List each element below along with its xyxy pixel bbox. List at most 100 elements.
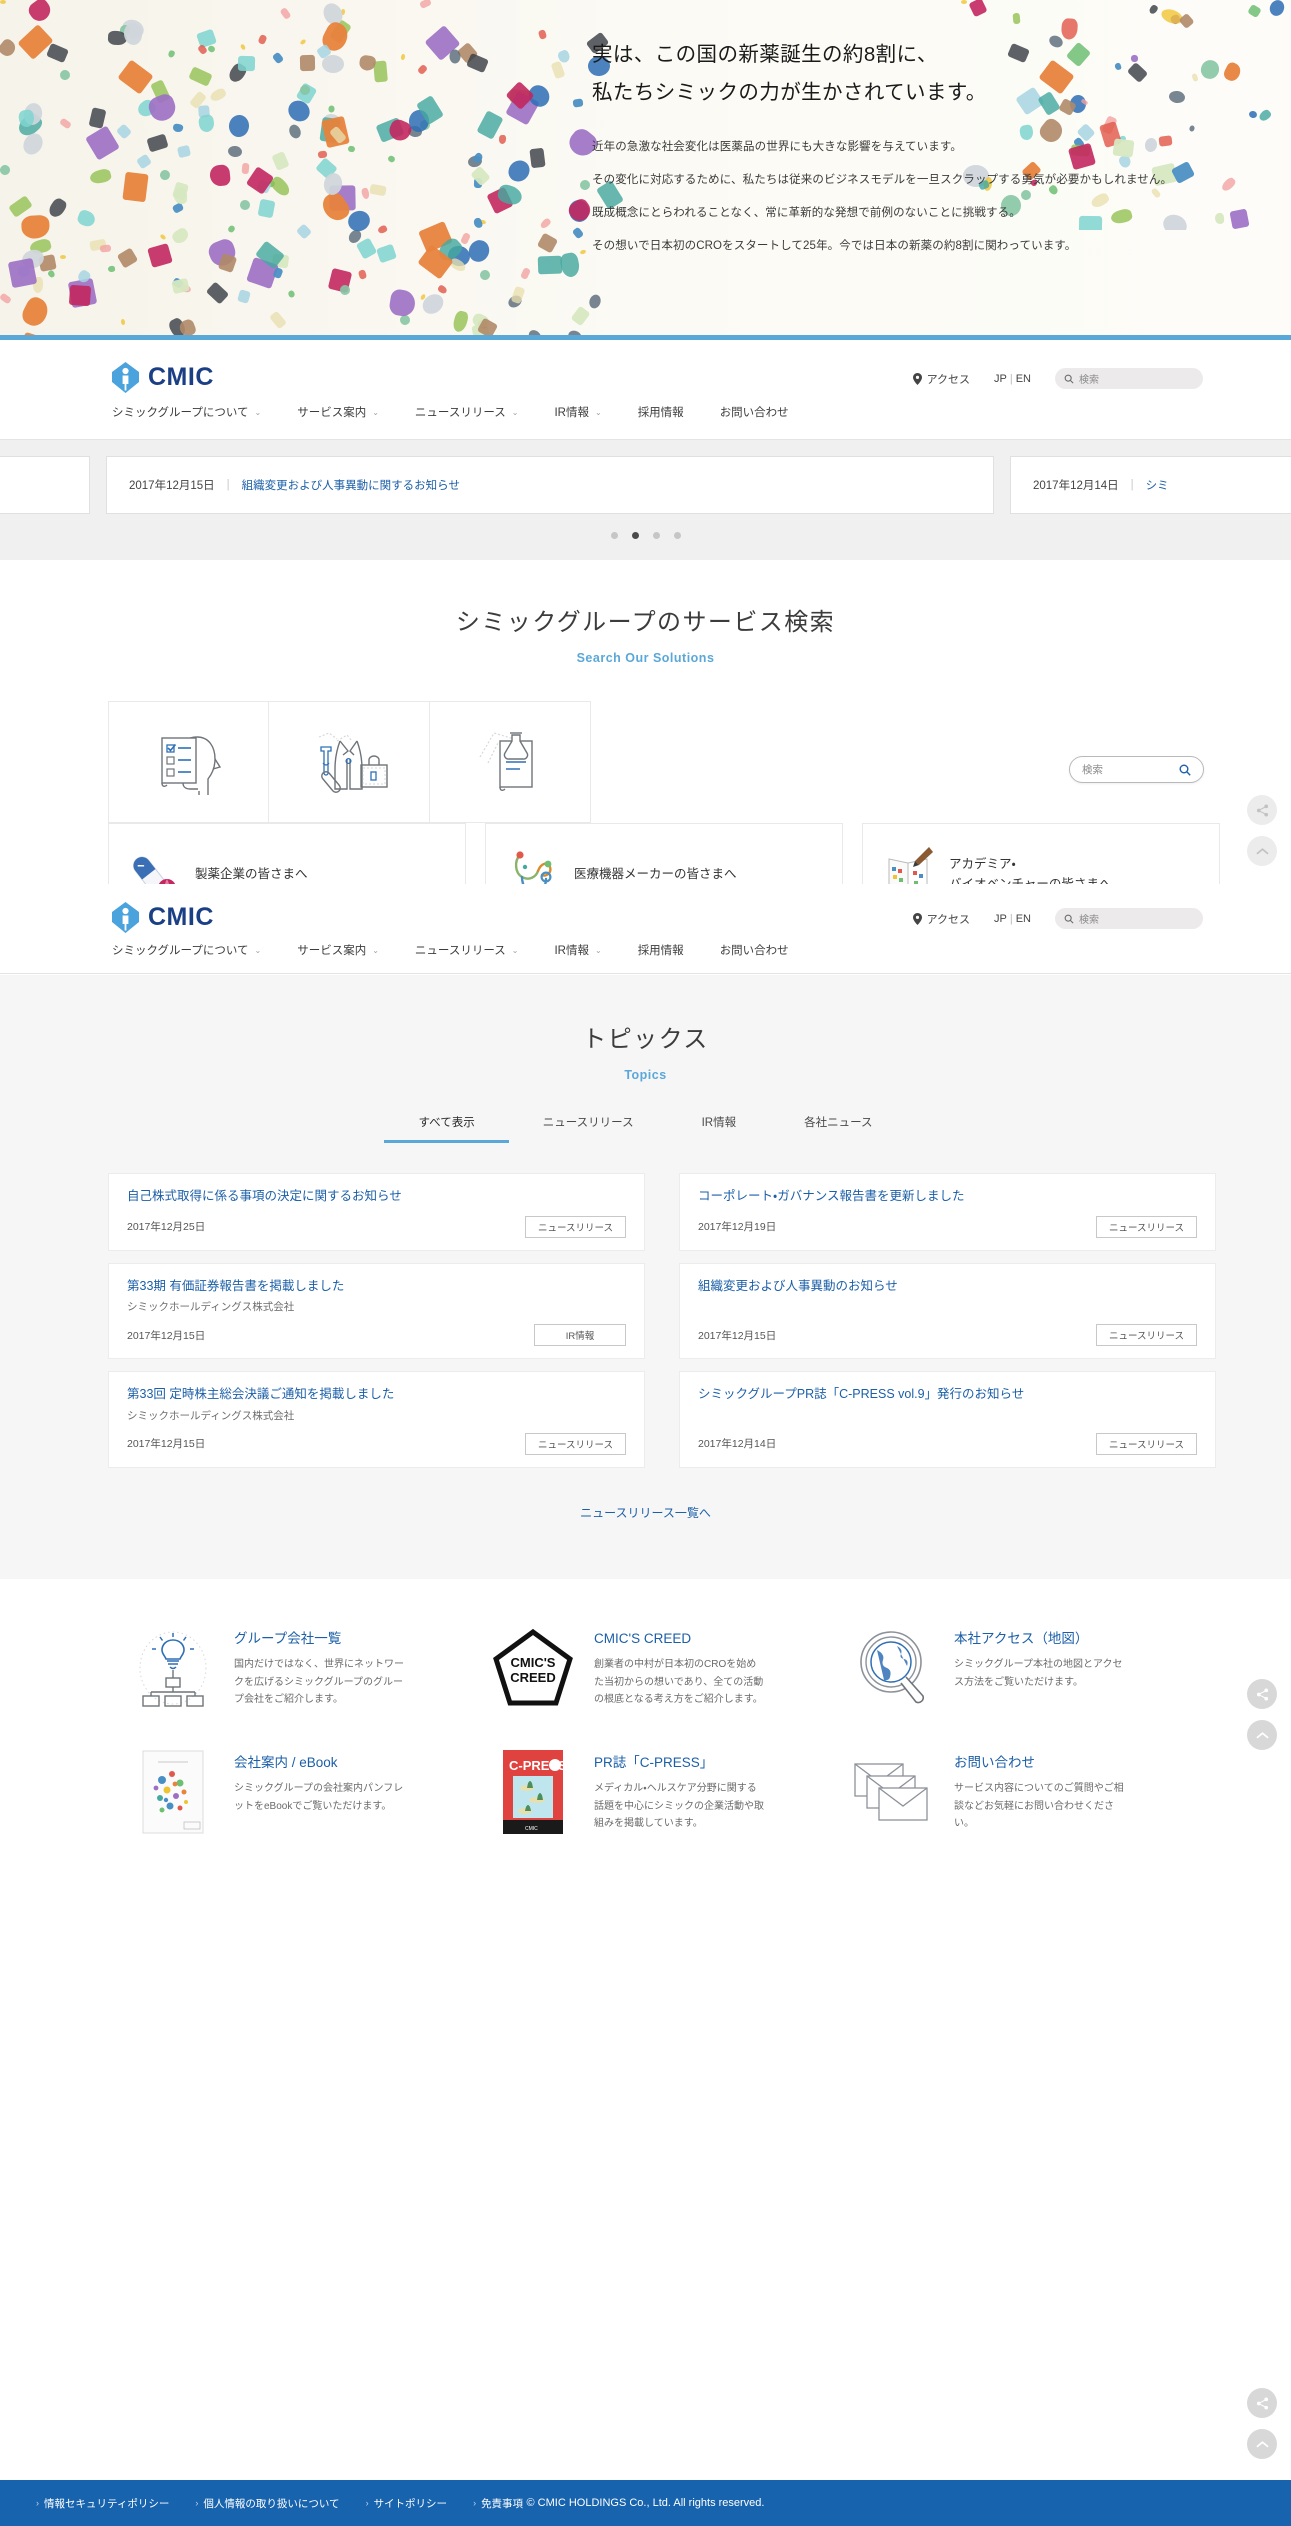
language-switch[interactable]: JP | EN <box>994 373 1031 385</box>
language-switch[interactable]: JP | EN <box>994 913 1031 925</box>
ticker-item[interactable] <box>0 456 90 514</box>
header-utility-row-sticky: アクセス JP | EN 検索 <box>912 908 1203 929</box>
share-fab-1[interactable] <box>1247 795 1277 825</box>
nav-item-services[interactable]: サービス案内 ⌄ <box>297 942 379 958</box>
news-card[interactable]: コーポレート・ガバナンス報告書を更新しました 2017年12月19日 ニュースリ… <box>679 1173 1216 1251</box>
lang-jp[interactable]: JP <box>994 373 1007 385</box>
service-card-document[interactable] <box>430 701 591 823</box>
tile-company-brochure[interactable]: 会社案内 / eBook シミックグループの会社案内パンフレットをeBookでご… <box>130 1749 460 1835</box>
link-security-policy[interactable]: › 情報セキュリティポリシー <box>36 2496 169 2511</box>
scroll-top-fab-1[interactable] <box>1247 836 1277 866</box>
nav-item-ir[interactable]: IR情報 ⌄ <box>554 942 601 958</box>
scroll-top-fab-3[interactable] <box>1247 2429 1277 2459</box>
news-card[interactable]: 自己株式取得に係る事項の決定に関するお知らせ 2017年12月25日 ニュースリ… <box>108 1173 645 1251</box>
access-link[interactable]: アクセス <box>912 911 971 927</box>
svg-text:CMIC: CMIC <box>525 1826 538 1832</box>
tile-title: 会社案内 / eBook <box>234 1754 338 1770</box>
nav-item-ir[interactable]: IR情報 ⌄ <box>554 404 601 420</box>
tile-cmics-creed[interactable]: CMIC'S CREED CMIC'S CREED 創業者の中村が日本初のCRO… <box>490 1625 820 1711</box>
link-site-policy[interactable]: › サイトポリシー <box>366 2496 448 2511</box>
copyright-text: © CMIC HOLDINGS Co., Ltd. All rights res… <box>526 2497 765 2509</box>
news-list-link[interactable]: ニュースリリース一覧へ <box>0 1504 1291 1521</box>
header-search-input-sticky[interactable]: 検索 <box>1055 908 1203 929</box>
nav-item-about[interactable]: シミックグループについて ⌄ <box>112 942 261 958</box>
tile-contact[interactable]: お問い合わせ サービス内容についてのご質問やご相談などお気軽にお問い合わせくださ… <box>850 1749 1180 1835</box>
access-label: アクセス <box>926 373 971 386</box>
service-search-subtitle: Search Our Solutions <box>576 651 715 665</box>
nav-item-news[interactable]: ニュースリリース ⌄ <box>415 404 519 420</box>
tile-description: 創業者の中村が日本初のCROを始めた当初からの想いであり、全ての活動の根底となる… <box>594 1659 764 1706</box>
nav-item-recruit[interactable]: 採用情報 <box>638 404 684 420</box>
ticker-item[interactable]: 2017年12月15日 | 組織変更および人事異動に関するお知らせ <box>106 456 994 514</box>
service-card-labcoat[interactable] <box>269 701 430 823</box>
ticker-date: 2017年12月14日 <box>1033 480 1119 492</box>
tile-body: CMIC'S CREED 創業者の中村が日本初のCROを始めた当初からの想いであ… <box>594 1625 764 1709</box>
tab-ir[interactable]: IR情報 <box>668 1114 771 1143</box>
news-card[interactable]: 第33回 定時株主総会決議ご通知を掲載しました シミックホールディングス株式会社… <box>108 1371 645 1468</box>
nav-item-recruit[interactable]: 採用情報 <box>638 942 684 958</box>
news-date: 2017年12月14日 <box>698 1438 777 1450</box>
bottom-bar-links: › 情報セキュリティポリシー › 個人情報の取り扱いについて › サイトポリシー › 免… <box>36 2496 523 2511</box>
news-card[interactable]: 第33期 有価証券報告書を掲載しました シミックホールディングス株式会社 201… <box>108 1262 645 1359</box>
chevron-down-icon: ⌄ <box>511 407 519 417</box>
news-title: 第33期 有価証券報告書を掲載しました <box>127 1278 345 1293</box>
scroll-top-fab-2[interactable] <box>1247 1720 1277 1750</box>
service-search-input[interactable]: 検索 <box>1069 756 1204 783</box>
tab-news-release[interactable]: ニュースリリース <box>509 1114 668 1143</box>
share-icon <box>1256 2396 1268 2410</box>
link-disclaimer[interactable]: › 免責事項 <box>473 2496 523 2511</box>
lang-en[interactable]: EN <box>1016 373 1031 385</box>
svg-text:CREED: CREED <box>510 1670 556 1685</box>
tile-title: グループ会社一覧 <box>234 1630 342 1646</box>
nav-item-about[interactable]: シミックグループについて ⌄ <box>112 404 261 420</box>
tab-all[interactable]: すべて表示 <box>384 1114 509 1143</box>
tile-access-map[interactable]: 本社アクセス（地図） シミックグループ本社の地図とアクセス方法をご覧いただけます… <box>850 1625 1180 1711</box>
tile-title: お問い合わせ <box>954 1754 1035 1770</box>
lang-en[interactable]: EN <box>1016 913 1031 925</box>
location-pin-icon <box>912 372 922 385</box>
carousel-dots <box>0 532 1291 539</box>
news-date: 2017年12月25日 <box>127 1221 206 1233</box>
hero-confetti-left <box>0 0 640 340</box>
cmics-creed-badge-icon: CMIC'S CREED <box>490 1625 576 1711</box>
share-fab-3[interactable] <box>1247 2388 1277 2418</box>
service-search-section: シミックグループのサービス検索 Search Our Solutions 検索 <box>0 560 1291 823</box>
tile-body: グループ会社一覧 国内だけではなく、世界にネットワークを広げるシミックグループの… <box>234 1625 404 1709</box>
cmic-logo[interactable]: CMIC <box>112 362 214 393</box>
access-link[interactable]: アクセス <box>912 371 971 387</box>
service-card-checklist[interactable] <box>108 701 269 823</box>
header-search-input[interactable]: 検索 <box>1055 368 1203 389</box>
ticker-divider: | <box>1130 479 1134 491</box>
cmic-logo-sticky[interactable]: CMIC <box>112 902 214 933</box>
envelopes-icon <box>850 1749 936 1835</box>
tab-company-news[interactable]: 各社ニュース <box>770 1114 906 1143</box>
news-card[interactable]: シミックグループPR誌「C-PRESS vol.9」発行のお知らせ 2017年1… <box>679 1371 1216 1468</box>
news-title: 組織変更および人事異動のお知らせ <box>698 1278 898 1293</box>
chevron-right-icon: › <box>195 2498 199 2508</box>
tile-pr-magazine[interactable]: C-PRESS CMIC PR誌「C-PRESS」 メディカル・ヘルスケア分野に… <box>490 1749 820 1835</box>
carousel-dot[interactable] <box>673 532 681 539</box>
link-label: 個人情報の取り扱いについて <box>203 2497 340 2510</box>
access-label: アクセス <box>926 913 971 926</box>
nav-item-news[interactable]: ニュースリリース ⌄ <box>415 942 519 958</box>
ticker-track: 2017年12月15日 | 組織変更および人事異動に関するお知らせ 2017年1… <box>0 456 1291 514</box>
carousel-dot[interactable] <box>610 532 618 539</box>
carousel-dot-active[interactable] <box>631 532 639 539</box>
share-fab-2[interactable] <box>1247 1679 1277 1709</box>
news-company: シミックホールディングス株式会社 <box>127 1409 295 1422</box>
carousel-dot[interactable] <box>652 532 660 539</box>
news-footer: 2017年12月14日 ニュースリリース <box>698 1432 1197 1455</box>
lang-jp[interactable]: JP <box>994 913 1007 925</box>
cmic-logo-mark-icon <box>112 362 139 393</box>
nav-label: 採用情報 <box>637 945 684 957</box>
nav-item-contact[interactable]: お問い合わせ <box>720 404 789 420</box>
nav-item-contact[interactable]: お問い合わせ <box>720 942 789 958</box>
tile-title: 本社アクセス（地図） <box>954 1630 1089 1646</box>
tile-group-companies[interactable]: グループ会社一覧 国内だけではなく、世界にネットワークを広げるシミックグループの… <box>130 1625 460 1711</box>
news-card[interactable]: 組織変更および人事異動のお知らせ 2017年12月15日 ニュースリリース <box>679 1262 1216 1359</box>
chevron-right-icon: › <box>365 2498 369 2508</box>
hero-headline-line1: 実は、この国の新薬誕生の約8割に、 <box>592 43 938 66</box>
link-privacy-policy[interactable]: › 個人情報の取り扱いについて <box>195 2496 339 2511</box>
ticker-item[interactable]: 2017年12月14日 | シミ <box>1010 456 1291 514</box>
nav-item-services[interactable]: サービス案内 ⌄ <box>297 404 379 420</box>
